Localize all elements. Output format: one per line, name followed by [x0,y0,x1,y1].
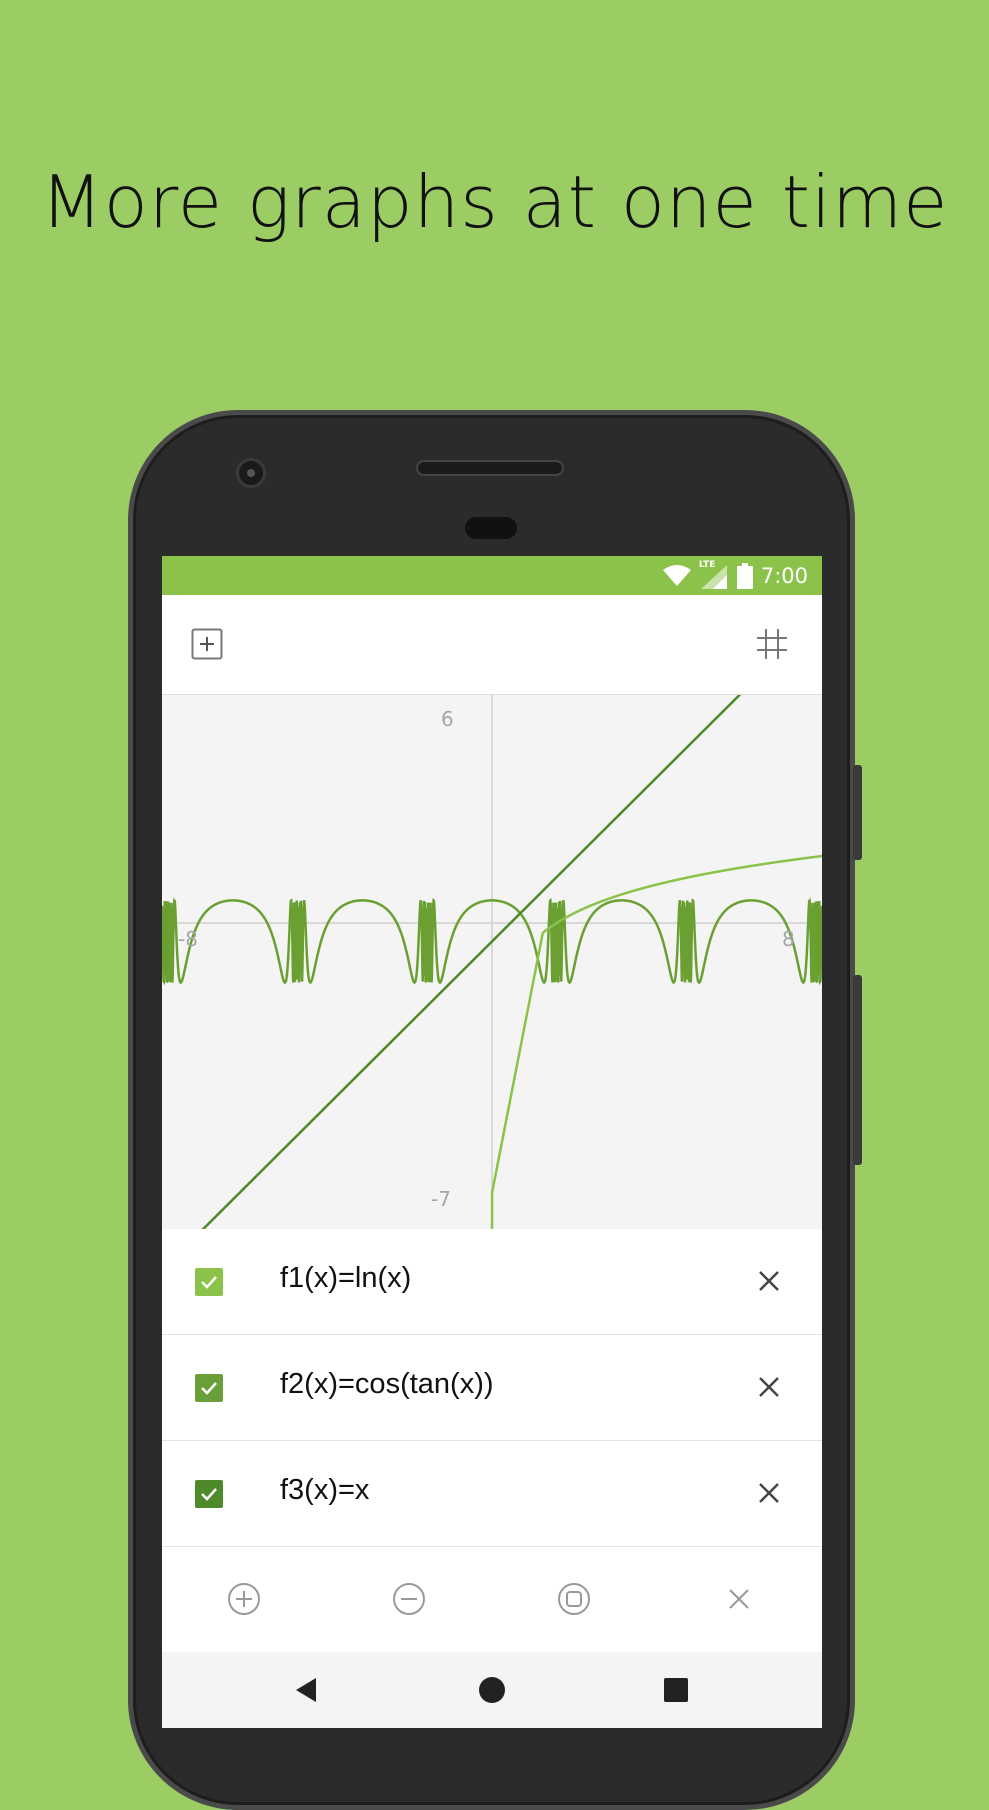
close-icon[interactable] [754,1266,784,1296]
function-row-f1[interactable]: f1(x)=ln(x) [162,1229,822,1335]
volume-button [853,975,862,1165]
lte-label: LTE [698,560,716,570]
status-bar: LTE 7:00 [162,556,822,595]
close-icon[interactable] [754,1372,784,1402]
x-max-label: 8 [782,927,795,951]
earpiece-speaker [416,460,564,476]
power-button [853,765,862,860]
clear-icon[interactable] [721,1581,757,1617]
close-icon[interactable] [754,1478,784,1508]
function-row-f2[interactable]: f2(x)=cos(tan(x)) [162,1335,822,1441]
status-time: 7:00 [760,564,808,588]
system-nav-bar [162,1652,822,1728]
graph-canvas[interactable]: 6 -7 -8 8 [162,695,822,1229]
function-checkbox[interactable] [195,1374,223,1402]
fit-screen-icon[interactable] [556,1581,592,1617]
check-icon [201,1276,217,1289]
grid-toggle-button[interactable] [754,626,790,662]
battery-icon [736,563,753,589]
add-square-icon [191,628,223,660]
headline: More graphs at one time [40,160,949,244]
zoom-out-icon[interactable] [391,1581,427,1617]
graph-plot [162,695,822,1229]
function-checkbox[interactable] [195,1480,223,1508]
x-min-label: -8 [178,927,198,951]
add-function-button[interactable] [190,627,224,661]
function-label: f3(x)=x [280,1474,370,1506]
grid-icon [757,629,787,659]
function-label: f1(x)=ln(x) [280,1262,412,1294]
function-label: f2(x)=cos(tan(x)) [280,1368,494,1400]
proximity-sensor [465,517,517,539]
curve-f1 [490,854,822,1229]
check-icon [201,1382,217,1395]
app-screen: LTE 7:00 6 -7 -8 8 f1(x)=ln(x) f2(x)=cos… [162,556,822,1728]
app-toolbar [162,595,822,695]
zoom-in-icon[interactable] [226,1581,262,1617]
y-min-label: -7 [431,1187,451,1211]
back-icon[interactable] [290,1674,322,1706]
recents-icon[interactable] [660,1674,692,1706]
lte-signal-icon: LTE [698,560,729,589]
y-max-label: 6 [441,707,454,731]
function-checkbox[interactable] [195,1268,223,1296]
check-icon [201,1488,217,1501]
wifi-icon [662,565,691,586]
graph-tools-bar [162,1547,822,1652]
function-row-f3[interactable]: f3(x)=x [162,1441,822,1547]
front-camera [236,458,266,488]
home-icon[interactable] [476,1674,508,1706]
